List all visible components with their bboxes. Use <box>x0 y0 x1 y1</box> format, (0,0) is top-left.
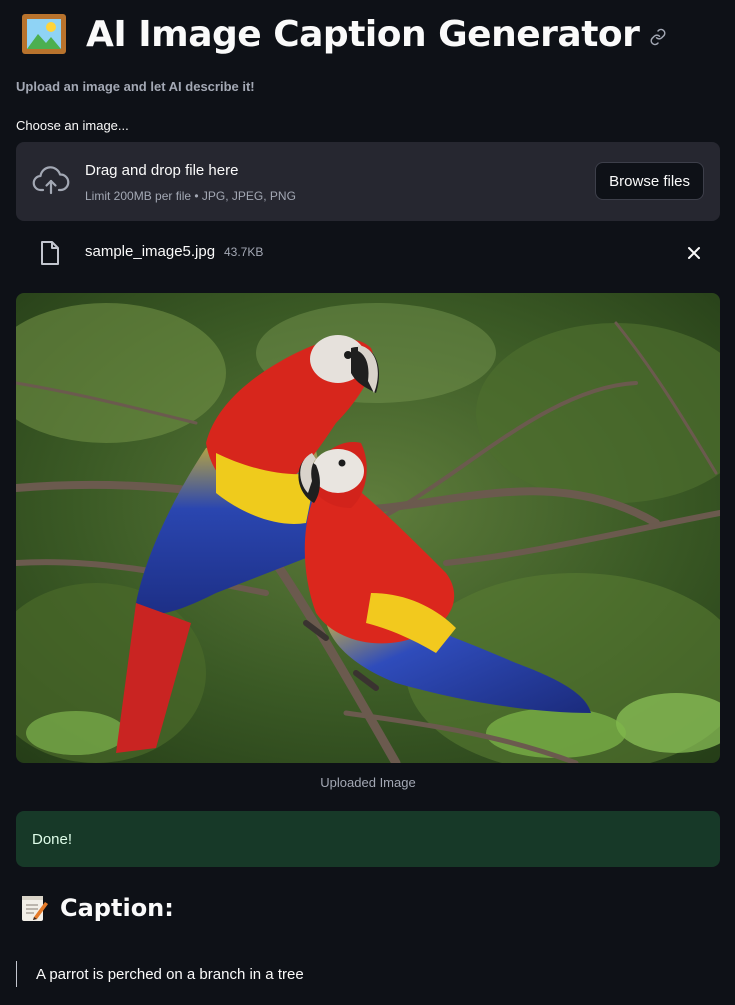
framed-picture-icon <box>22 14 66 54</box>
dropzone-title: Drag and drop file here <box>85 162 239 179</box>
uploaded-image <box>16 293 720 763</box>
image-caption: Uploaded Image <box>320 775 416 790</box>
memo-icon <box>22 896 48 921</box>
app-page: AI Image Caption Generator Upload an ima… <box>0 0 735 1005</box>
browse-files-button[interactable]: Browse files <box>595 162 704 200</box>
caption-text: A parrot is perched on a branch in a tre… <box>36 965 304 983</box>
file-name: sample_image5.jpg <box>85 243 216 260</box>
page-title-row: AI Image Caption Generator <box>20 8 667 60</box>
parrot-photo <box>16 293 720 763</box>
uploader-label: Choose an image... <box>16 118 129 133</box>
page-title: AI Image Caption Generator <box>86 13 640 55</box>
caption-result: A parrot is perched on a branch in a tre… <box>16 961 304 987</box>
link-icon[interactable] <box>649 28 667 46</box>
page-subtitle: Upload an image and let AI describe it! <box>16 79 255 94</box>
dropzone-limit: Limit 200MB per file • JPG, JPEG, PNG <box>85 189 296 203</box>
uploaded-file-row: sample_image5.jpg 43.7KB <box>16 236 720 270</box>
success-alert: Done! <box>16 811 720 867</box>
caption-heading-text: Caption: <box>60 894 174 922</box>
close-icon[interactable] <box>686 245 702 261</box>
file-dropzone[interactable]: Drag and drop file here Limit 200MB per … <box>16 142 720 221</box>
success-message: Done! <box>32 831 73 848</box>
caption-heading: Caption: <box>20 893 174 923</box>
file-icon <box>41 241 59 265</box>
cloud-upload-icon <box>32 166 70 195</box>
file-size: 43.7KB <box>224 245 264 259</box>
